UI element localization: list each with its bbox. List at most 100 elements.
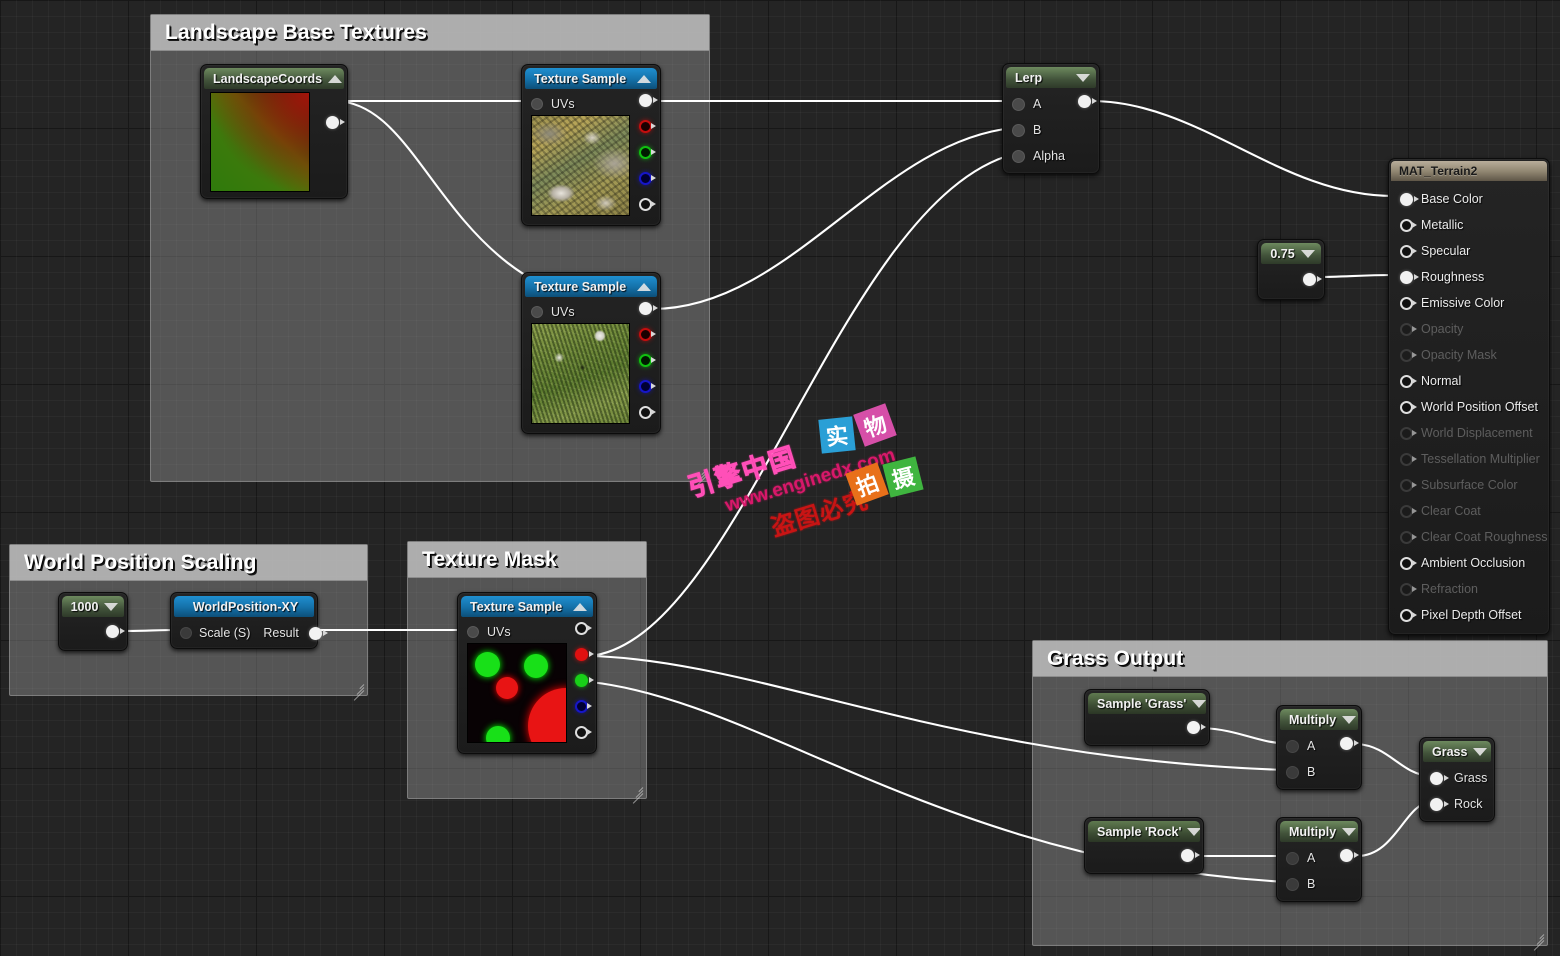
node-multiply-bottom[interactable]: Multiply A B <box>1276 817 1362 902</box>
input-pin-uvs[interactable] <box>467 626 479 638</box>
resize-handle-icon[interactable] <box>692 464 707 487</box>
material-pin-row[interactable]: Base Color <box>1391 186 1547 212</box>
input-pin-alpha[interactable] <box>1012 149 1025 163</box>
input-pin-uvs[interactable] <box>531 98 543 110</box>
output-pin-a[interactable] <box>639 198 656 211</box>
output-pin-r[interactable] <box>639 328 656 341</box>
material-input-pin-connected[interactable] <box>1400 192 1419 206</box>
input-pin-b[interactable] <box>1012 123 1025 137</box>
output-pin-result[interactable] <box>308 626 328 640</box>
chevron-down-icon[interactable] <box>1473 747 1488 756</box>
chevron-down-icon[interactable] <box>1192 699 1206 708</box>
material-pin-row[interactable]: World Position Offset <box>1391 394 1547 420</box>
input-pin-rock[interactable] <box>1430 797 1449 811</box>
output-pin-value[interactable] <box>106 625 125 638</box>
chevron-down-icon[interactable] <box>1342 715 1357 724</box>
output-pin-value[interactable] <box>1303 273 1322 286</box>
node-multiply-top[interactable]: Multiply A B <box>1276 705 1362 790</box>
output-pin-rgb[interactable] <box>575 622 592 635</box>
output-pin-g[interactable] <box>639 354 656 367</box>
material-input-pin[interactable] <box>1400 296 1417 310</box>
output-pin-a[interactable] <box>575 726 592 739</box>
chevron-down-icon[interactable] <box>1300 249 1315 258</box>
comment-header[interactable]: Grass Output <box>1033 641 1547 677</box>
output-pin-g[interactable] <box>575 674 594 687</box>
material-input-pin[interactable] <box>1400 244 1417 258</box>
chevron-up-icon[interactable] <box>328 74 343 83</box>
input-pin-uvs[interactable] <box>531 306 543 318</box>
material-pin-row[interactable]: Ambient Occlusion <box>1391 550 1547 576</box>
node-grass-output[interactable]: Grass Grass Rock <box>1419 737 1495 822</box>
material-input-pin[interactable] <box>1400 374 1417 388</box>
material-input-pin[interactable] <box>1400 556 1417 570</box>
material-pin-row[interactable]: Metallic <box>1391 212 1547 238</box>
chevron-up-icon[interactable] <box>573 602 587 611</box>
input-pin-scale[interactable] <box>180 627 192 639</box>
material-pin-row[interactable]: Normal <box>1391 368 1547 394</box>
output-pin-a[interactable] <box>639 406 656 419</box>
node-title-bar[interactable]: LandscapeCoords <box>204 68 344 89</box>
output-pin-r[interactable] <box>639 120 656 133</box>
node-title-bar[interactable]: 1000 <box>62 596 124 617</box>
node-title-bar[interactable]: Texture Sample <box>525 276 657 297</box>
node-constant-075[interactable]: 0.75 <box>1257 239 1325 300</box>
material-pin-row[interactable]: Emissive Color <box>1391 290 1547 316</box>
output-pin-r[interactable] <box>575 648 594 661</box>
resize-handle-icon[interactable] <box>629 781 644 804</box>
comment-header[interactable]: Landscape Base Textures <box>151 15 709 51</box>
input-pin-a[interactable] <box>1012 97 1025 111</box>
output-pin-b[interactable] <box>639 172 656 185</box>
node-title-bar[interactable]: MAT_Terrain2 <box>1391 161 1547 181</box>
material-input-pin-connected[interactable] <box>1400 270 1419 284</box>
material-pin-row[interactable]: Pixel Depth Offset <box>1391 602 1547 628</box>
node-sample-grass[interactable]: Sample 'Grass' <box>1084 689 1210 746</box>
material-pin-row[interactable]: Specular <box>1391 238 1547 264</box>
node-landscape-coords[interactable]: LandscapeCoords <box>200 64 348 199</box>
chevron-down-icon[interactable] <box>1342 827 1357 836</box>
node-title-bar[interactable]: Multiply <box>1280 709 1358 730</box>
resize-handle-icon[interactable] <box>350 678 365 701</box>
node-title-bar[interactable]: Sample 'Rock' <box>1088 821 1200 842</box>
node-title-bar[interactable]: Sample 'Grass' <box>1088 693 1206 714</box>
output-pin-result[interactable] <box>1187 721 1206 734</box>
chevron-down-icon[interactable] <box>1187 827 1200 836</box>
node-texture-mask-sample[interactable]: Texture Sample UVs <box>457 592 597 754</box>
output-pin-result[interactable] <box>1340 737 1359 750</box>
material-input-pin[interactable] <box>1400 400 1417 414</box>
chevron-up-icon[interactable] <box>637 74 651 83</box>
input-pin-b[interactable] <box>1286 765 1299 779</box>
node-title-bar[interactable]: Grass <box>1423 741 1491 762</box>
node-title-bar[interactable]: Texture Sample <box>461 596 593 617</box>
node-title-bar[interactable]: Multiply <box>1280 821 1358 842</box>
chevron-down-icon[interactable] <box>104 602 119 611</box>
node-sample-rock[interactable]: Sample 'Rock' <box>1084 817 1204 874</box>
node-texture-sample-grass[interactable]: Texture Sample UVs <box>521 272 661 434</box>
input-pin-a[interactable] <box>1286 739 1299 753</box>
output-pin-g[interactable] <box>639 146 656 159</box>
node-world-position-xy[interactable]: WorldPosition-XY Scale (S) Result <box>170 592 328 649</box>
material-input-pin[interactable] <box>1400 608 1417 622</box>
material-graph-canvas[interactable]: Landscape Base Textures World Position S… <box>0 0 1560 956</box>
node-constant-1000[interactable]: 1000 <box>58 592 128 651</box>
node-title-bar[interactable]: 0.75 <box>1261 243 1321 264</box>
node-title-bar[interactable]: WorldPosition-XY <box>174 596 314 617</box>
output-pin-b[interactable] <box>575 700 592 713</box>
material-input-pin[interactable] <box>1400 218 1417 232</box>
output-pin-rgb[interactable] <box>639 302 658 315</box>
comment-header[interactable]: World Position Scaling <box>10 545 367 581</box>
chevron-up-icon[interactable] <box>637 282 651 291</box>
node-title-bar[interactable]: Texture Sample <box>525 68 657 89</box>
resize-handle-icon[interactable] <box>1530 928 1545 951</box>
node-material-output[interactable]: MAT_Terrain2 Base Color Metallic Specular R… <box>1388 158 1550 635</box>
node-title-bar[interactable]: Lerp <box>1006 67 1096 88</box>
output-pin-result[interactable] <box>1181 849 1200 862</box>
comment-header[interactable]: Texture Mask <box>408 542 646 578</box>
node-lerp[interactable]: Lerp A B Alpha <box>1002 63 1100 174</box>
chevron-down-icon[interactable] <box>1076 73 1090 82</box>
input-pin-a[interactable] <box>1286 851 1299 865</box>
output-pin-rgb[interactable] <box>639 94 658 107</box>
input-pin-grass[interactable] <box>1430 771 1449 785</box>
output-pin-result[interactable] <box>1340 849 1359 862</box>
node-texture-sample-rock[interactable]: Texture Sample UVs <box>521 64 661 226</box>
input-pin-b[interactable] <box>1286 877 1299 891</box>
